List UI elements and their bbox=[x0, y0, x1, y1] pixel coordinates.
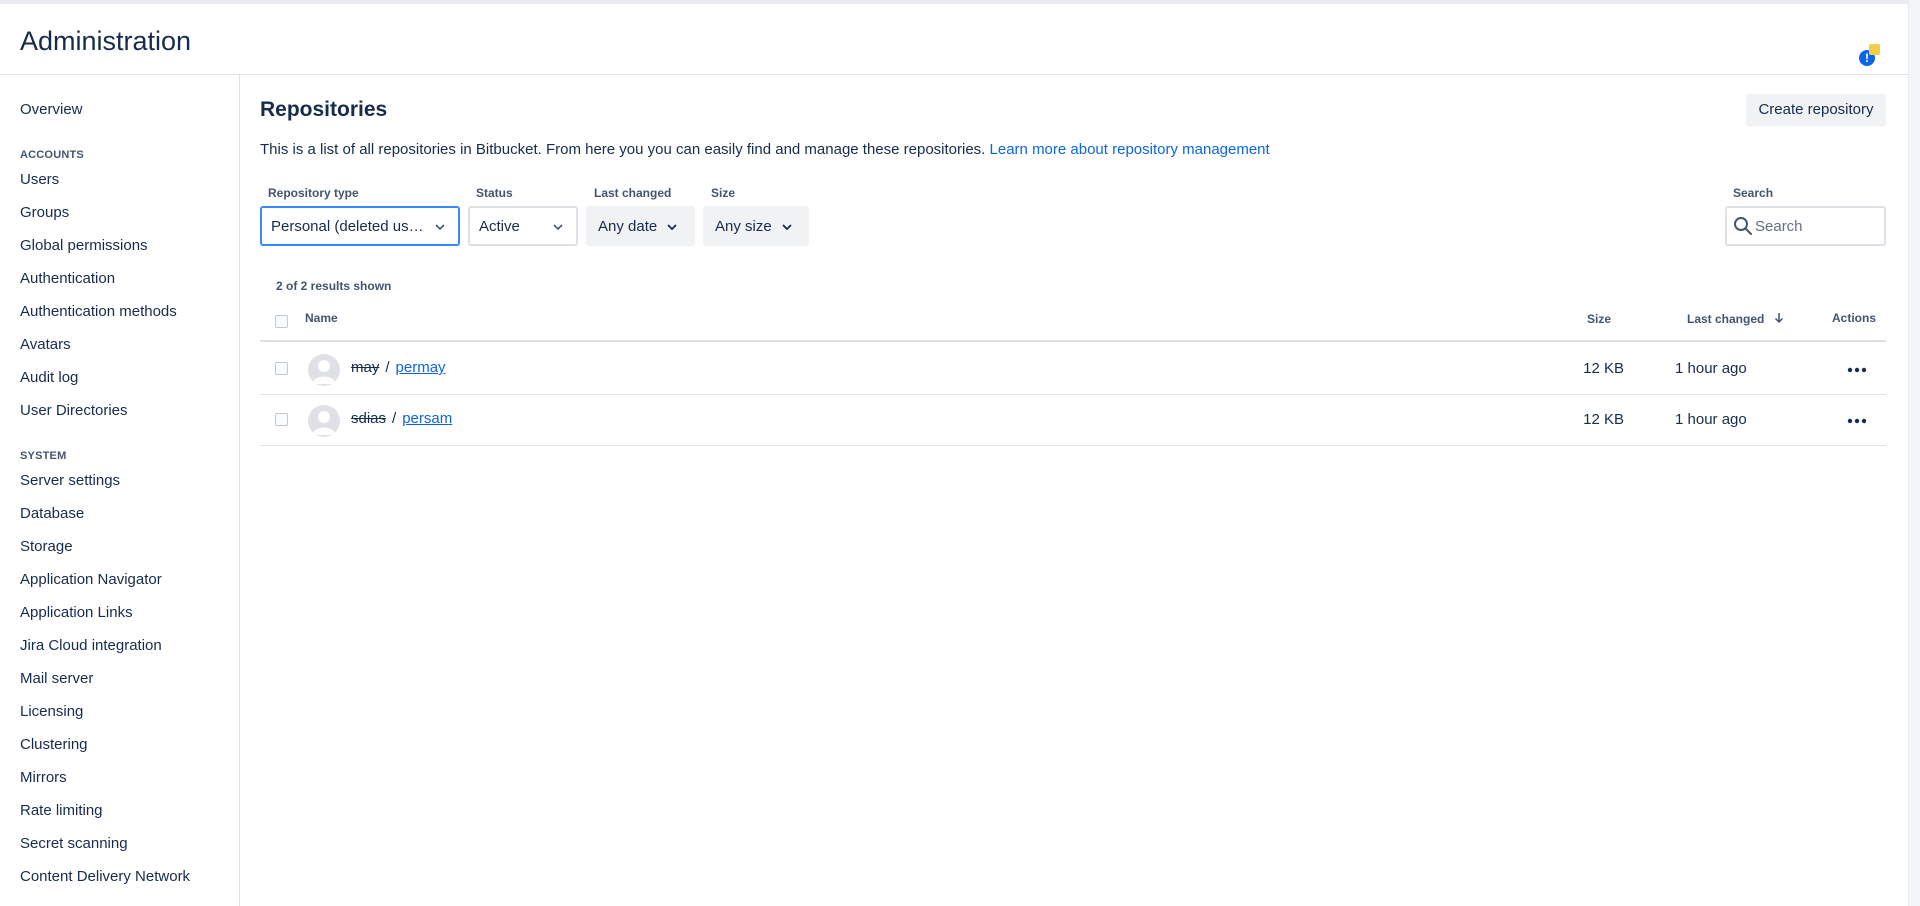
sidebar-item-application-links[interactable]: Application Links bbox=[20, 604, 133, 621]
column-header-actions: Actions bbox=[1832, 311, 1877, 325]
column-header-size[interactable]: Size bbox=[1587, 312, 1611, 326]
last-changed-select[interactable]: Any date bbox=[586, 206, 695, 246]
last-changed-value: Any date bbox=[598, 218, 658, 235]
sidebar-heading-accounts: ACCOUNTS bbox=[20, 149, 84, 161]
notification-badge-icon bbox=[1869, 44, 1880, 55]
search-icon bbox=[1733, 216, 1753, 241]
more-actions-icon[interactable] bbox=[1845, 360, 1869, 380]
sidebar-item-clustering[interactable]: Clustering bbox=[20, 736, 88, 753]
status-select[interactable]: Active bbox=[468, 206, 578, 246]
size-select[interactable]: Any size bbox=[703, 206, 809, 246]
page-header: Administration ! bbox=[0, 4, 1908, 75]
learn-more-link[interactable]: Learn more about repository management bbox=[990, 141, 1270, 158]
chevron-down-icon bbox=[781, 208, 793, 246]
more-actions-icon[interactable] bbox=[1845, 411, 1869, 431]
sidebar-item-avatars[interactable]: Avatars bbox=[20, 336, 71, 353]
avatar bbox=[308, 354, 340, 386]
repo-owner: may bbox=[351, 359, 380, 376]
sidebar-item-server-settings[interactable]: Server settings bbox=[20, 472, 120, 489]
column-header-last-changed[interactable]: Last changed bbox=[1687, 312, 1784, 327]
table-row: sdias / persam 12 KB 1 hour ago bbox=[260, 395, 1886, 446]
notification-button[interactable]: ! bbox=[1857, 44, 1881, 68]
last-changed-header-label: Last changed bbox=[1687, 312, 1765, 326]
page-description: This is a list of all repositories in Bi… bbox=[260, 141, 1270, 158]
sidebar-heading-system: SYSTEM bbox=[20, 450, 67, 462]
sidebar-item-content-delivery-network[interactable]: Content Delivery Network bbox=[20, 868, 190, 885]
results-count: 2 of 2 results shown bbox=[276, 279, 392, 293]
sidebar-item-authentication-methods[interactable]: Authentication methods bbox=[20, 303, 177, 320]
sidebar-item-overview[interactable]: Overview bbox=[20, 101, 83, 118]
repo-link[interactable]: persam bbox=[402, 410, 452, 427]
sort-arrow-down-icon bbox=[1774, 312, 1784, 327]
search-input[interactable] bbox=[1755, 215, 1875, 237]
table-header: Name Size Last changed Actions bbox=[260, 302, 1886, 342]
sidebar-item-database[interactable]: Database bbox=[20, 505, 84, 522]
row-checkbox[interactable] bbox=[275, 413, 288, 426]
repo-last-changed: 1 hour ago bbox=[1675, 411, 1747, 428]
sidebar-item-mail-server[interactable]: Mail server bbox=[20, 670, 93, 687]
repository-type-label: Repository type bbox=[268, 186, 359, 200]
size-value: Any size bbox=[715, 218, 772, 235]
chevron-down-icon bbox=[666, 208, 678, 246]
sidebar-item-jira-cloud-integration[interactable]: Jira Cloud integration bbox=[20, 637, 162, 654]
sidebar: Overview ACCOUNTS Users Groups Global pe… bbox=[0, 75, 240, 906]
last-changed-label: Last changed bbox=[594, 186, 672, 200]
status-value: Active bbox=[479, 218, 520, 235]
sidebar-item-rate-limiting[interactable]: Rate limiting bbox=[20, 802, 103, 819]
repo-link[interactable]: permay bbox=[396, 359, 446, 376]
create-repository-button[interactable]: Create repository bbox=[1746, 94, 1886, 126]
sidebar-item-secret-scanning[interactable]: Secret scanning bbox=[20, 835, 128, 852]
sidebar-item-audit-log[interactable]: Audit log bbox=[20, 369, 78, 386]
sidebar-item-licensing[interactable]: Licensing bbox=[20, 703, 83, 720]
page-scrollbar[interactable] bbox=[1908, 0, 1920, 906]
table-row: may / permay 12 KB 1 hour ago bbox=[260, 344, 1886, 395]
sidebar-item-users[interactable]: Users bbox=[20, 171, 59, 188]
sidebar-item-storage[interactable]: Storage bbox=[20, 538, 73, 555]
chevron-down-icon bbox=[434, 208, 446, 246]
sidebar-item-authentication[interactable]: Authentication bbox=[20, 270, 115, 287]
size-label: Size bbox=[711, 186, 736, 200]
sidebar-item-application-navigator[interactable]: Application Navigator bbox=[20, 571, 162, 588]
chevron-down-icon bbox=[552, 208, 564, 246]
path-separator: / bbox=[385, 359, 390, 376]
repo-size: 12 KB bbox=[1583, 360, 1624, 377]
main-content: Repositories Create repository This is a… bbox=[240, 75, 1908, 906]
description-text: This is a list of all repositories in Bi… bbox=[260, 141, 986, 158]
repository-type-select[interactable]: Personal (deleted us… bbox=[260, 206, 460, 246]
sidebar-item-global-permissions[interactable]: Global permissions bbox=[20, 237, 148, 254]
select-all-checkbox[interactable] bbox=[275, 315, 288, 328]
sidebar-item-groups[interactable]: Groups bbox=[20, 204, 69, 221]
repo-last-changed: 1 hour ago bbox=[1675, 360, 1747, 377]
sidebar-item-mirrors[interactable]: Mirrors bbox=[20, 769, 67, 786]
section-title: Repositories bbox=[260, 98, 388, 121]
search-field[interactable] bbox=[1725, 206, 1886, 246]
column-header-name[interactable]: Name bbox=[305, 311, 338, 325]
repository-name: sdias / persam bbox=[351, 410, 452, 427]
path-separator: / bbox=[392, 410, 397, 427]
search-label: Search bbox=[1733, 186, 1774, 200]
repo-size: 12 KB bbox=[1583, 411, 1624, 428]
repository-name: may / permay bbox=[351, 359, 446, 376]
repo-owner: sdias bbox=[351, 410, 387, 427]
repository-type-value: Personal (deleted us… bbox=[271, 218, 424, 235]
page-title: Administration bbox=[20, 26, 192, 56]
row-checkbox[interactable] bbox=[275, 362, 288, 375]
avatar bbox=[308, 405, 340, 437]
sidebar-item-user-directories[interactable]: User Directories bbox=[20, 402, 128, 419]
status-label: Status bbox=[476, 186, 513, 200]
